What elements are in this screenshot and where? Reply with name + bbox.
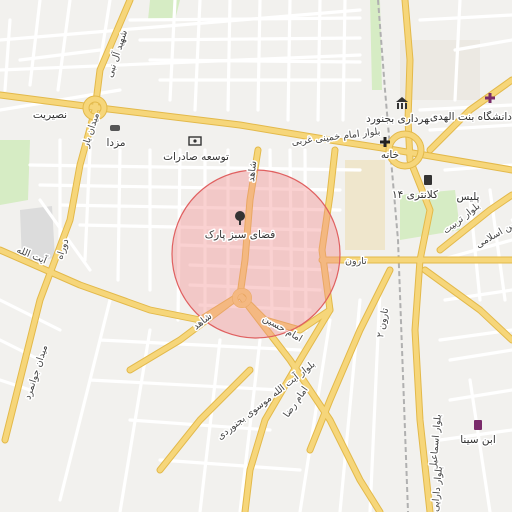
map-canvas[interactable]: بلوار امام خمینی غربی شهید آل نبی بلوار … <box>0 0 512 512</box>
poi-label: توسعه صادرات <box>163 151 229 163</box>
poi-label: ابن سینا <box>460 434 496 446</box>
police-icon <box>424 175 432 185</box>
poi-label: مزدا <box>106 137 125 149</box>
road-label: شاهد <box>246 160 259 182</box>
poi-label: شهرداری بجنورد <box>366 113 438 125</box>
road-label: تارون <box>345 256 367 267</box>
poi-label: دانشگاه بنت الهدی <box>430 110 512 123</box>
highlight-area[interactable] <box>171 169 341 339</box>
poi-label: کلانتری ۱۴ <box>392 189 438 201</box>
highlight-label: فضای سبز پارک <box>205 229 276 241</box>
poi-label: خانه <box>381 149 399 161</box>
map-svg: بلوار امام خمینی غربی شهید آل نبی بلوار … <box>0 0 512 512</box>
poi-label: نصیریت <box>33 109 67 121</box>
car-icon <box>110 125 120 131</box>
poi-label: پلیس <box>457 191 480 203</box>
hospital-icon <box>474 420 482 430</box>
